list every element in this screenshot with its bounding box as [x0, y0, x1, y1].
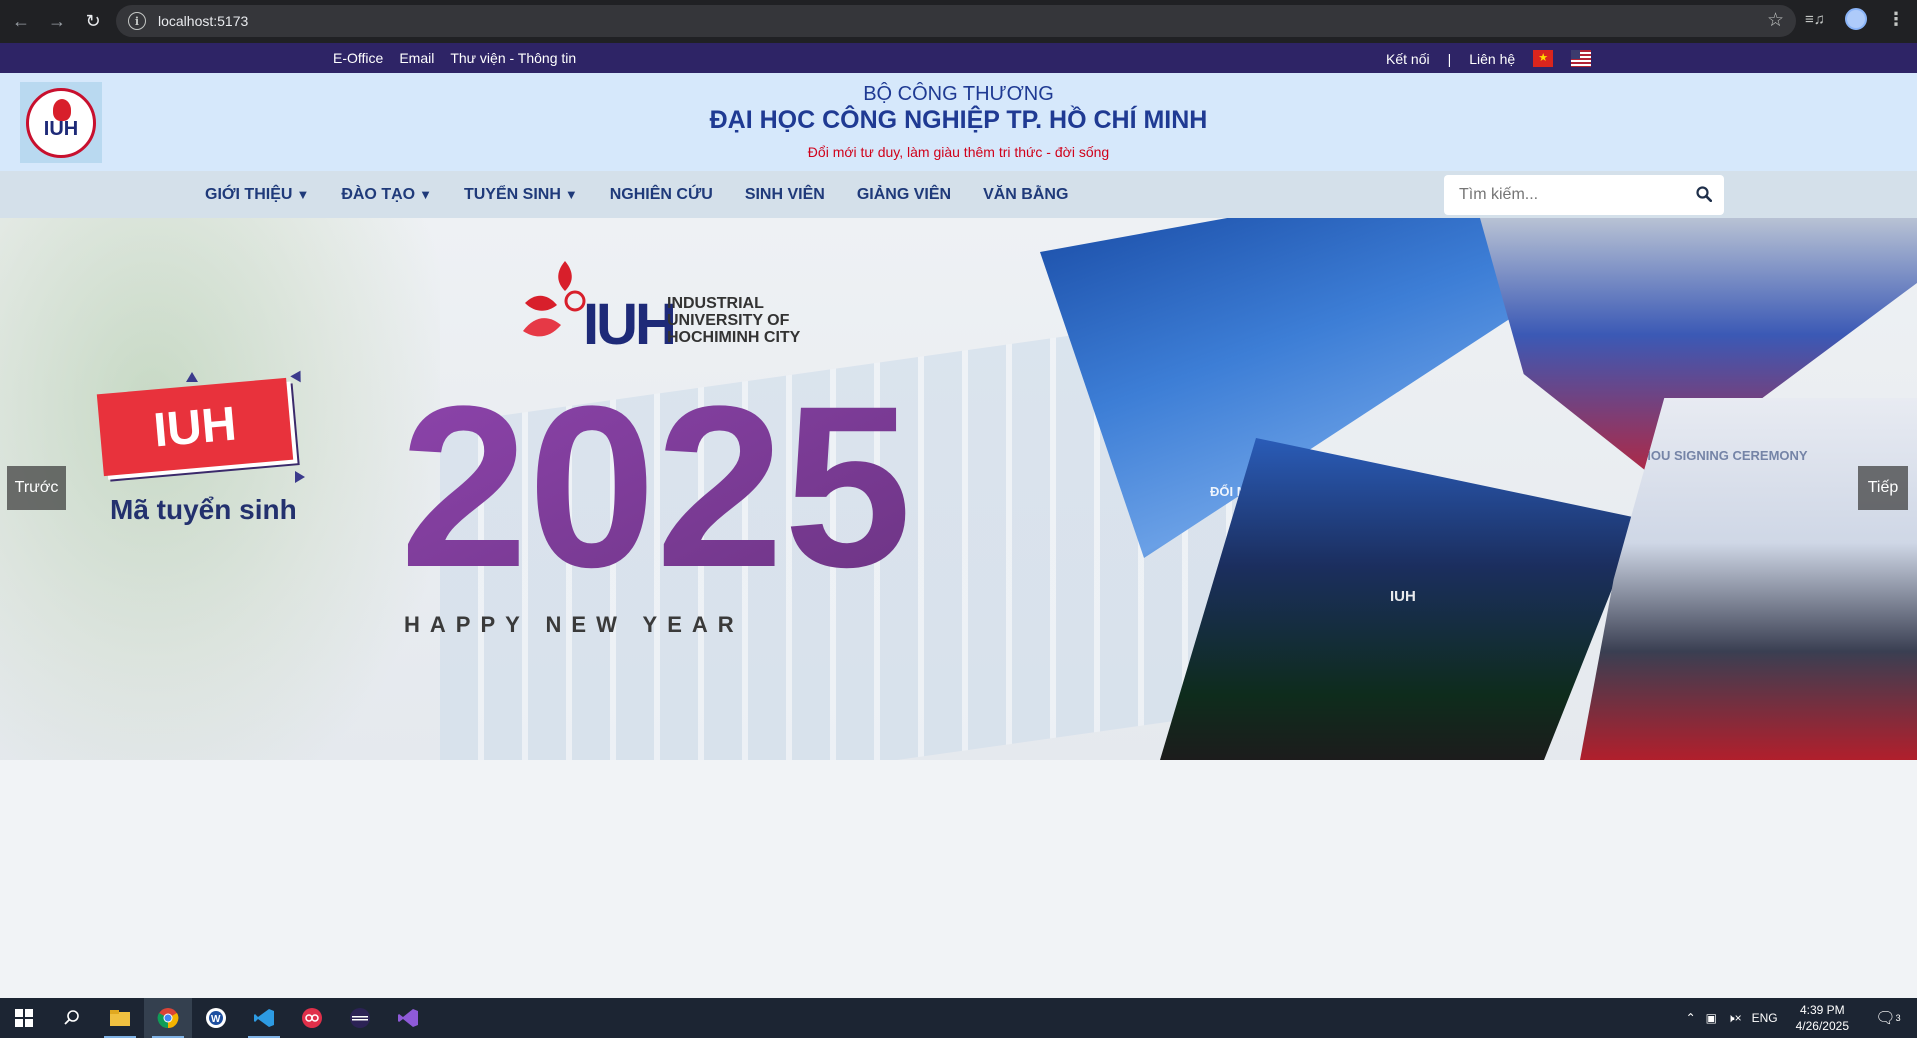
logo-line-1: INDUSTRIAL: [667, 295, 764, 312]
link-library[interactable]: Thư viện - Thông tin: [450, 50, 576, 66]
nav-item-dao-tao[interactable]: ĐÀO TẠO ▼: [341, 186, 432, 204]
nav-item-van-bang[interactable]: VĂN BẰNG: [983, 186, 1068, 204]
file-explorer-icon[interactable]: [96, 998, 144, 1038]
main-navigation: GIỚI THIỆU ▼ ĐÀO TẠO ▼ TUYỂN SINH ▼ NGHIÊN …: [0, 171, 1917, 218]
notification-center-icon[interactable]: 🗨 3: [1873, 1003, 1903, 1033]
ministry-title: BỘ CÔNG THƯƠNG: [863, 83, 1054, 105]
clock-time: 4:39 PM: [1799, 1003, 1845, 1017]
search-icon[interactable]: [1696, 186, 1712, 202]
chevron-up-icon[interactable]: ⌃: [1686, 1011, 1696, 1025]
site-info-icon[interactable]: i: [128, 12, 146, 30]
us-flag-icon[interactable]: [1571, 50, 1592, 67]
admission-badge: IUH: [96, 377, 294, 477]
nav-item-gioi-thieu[interactable]: GIỚI THIỆU ▼: [205, 186, 309, 204]
network-icon[interactable]: ▣: [1706, 1011, 1717, 1025]
browser-toolbar: ← → ↻ i localhost:5173 ☆ ≡♫ ⋮: [0, 0, 1917, 43]
kebab-menu-icon[interactable]: ⋮: [1887, 9, 1905, 30]
reload-icon[interactable]: ↻: [78, 7, 108, 37]
forward-icon[interactable]: →: [42, 7, 72, 37]
windows-taskbar: W ⌃ ▣ 🕨× ENG 4:39 PM 4/26/2025 🗨 3: [0, 998, 1917, 1038]
nav-item-giang-vien[interactable]: GIẢNG VIÊN: [857, 186, 951, 204]
happy-new-year-text: HAPPY NEW YEAR: [404, 612, 744, 637]
vietnam-flag-icon[interactable]: ★: [1533, 50, 1554, 67]
tree-background: [0, 218, 440, 760]
university-title: ĐẠI HỌC CÔNG NGHIỆP TP. HỒ CHÍ MINH: [709, 106, 1208, 134]
slider-next-button[interactable]: Tiếp: [1858, 466, 1908, 510]
url-text[interactable]: localhost:5173: [158, 13, 248, 29]
logo-line-2: UNIVERSITY OF: [667, 312, 790, 329]
decor-triangle-icon: [186, 372, 198, 382]
top-info-bar: E-Office Email Thư viện - Thông tin Kết …: [0, 43, 1917, 73]
search-taskbar-icon[interactable]: [48, 998, 96, 1038]
back-icon[interactable]: ←: [6, 7, 36, 37]
logo-line-3: HOCHIMINH CITY: [667, 329, 801, 346]
nav-item-nghien-cuu[interactable]: NGHIÊN CỨU: [610, 186, 713, 204]
iuh-letters: IUH: [583, 292, 677, 357]
clock[interactable]: 4:39 PM 4/26/2025: [1796, 1002, 1849, 1034]
caret-down-icon: ▼: [419, 187, 432, 202]
year-text: 2025: [400, 396, 912, 615]
iuh-banner-logo: IUH INDUSTRIAL UNIVERSITY OF HOCHIMINH C…: [515, 253, 855, 363]
profile-avatar[interactable]: [1845, 8, 1867, 30]
link-e-office[interactable]: E-Office: [333, 50, 383, 66]
start-button[interactable]: [0, 998, 48, 1038]
decor-triangle-icon: [295, 471, 305, 483]
nav-item-sinh-vien[interactable]: SINH VIÊN: [745, 186, 825, 204]
language-indicator[interactable]: ENG: [1752, 1011, 1778, 1025]
dbeaver-icon[interactable]: [288, 998, 336, 1038]
app-w-icon[interactable]: W: [192, 998, 240, 1038]
link-connect[interactable]: Kết nối: [1386, 51, 1430, 67]
separator: |: [1447, 50, 1452, 67]
media-control-icon[interactable]: ≡♫: [1805, 11, 1825, 28]
system-tray: ⌃ ▣ 🕨× ENG 4:39 PM 4/26/2025 🗨 3: [1676, 998, 1917, 1038]
clock-date: 4/26/2025: [1795, 1019, 1849, 1033]
vscode-icon[interactable]: [240, 998, 288, 1038]
address-bar[interactable]: i localhost:5173 ☆: [116, 5, 1796, 37]
search-box[interactable]: [1444, 175, 1724, 215]
site-header: IUH BỘ CÔNG THƯƠNG ĐẠI HỌC CÔNG NGHIỆP T…: [0, 73, 1917, 171]
admission-caption: Mã tuyển sinh: [110, 494, 297, 525]
bookmark-star-icon[interactable]: ☆: [1767, 9, 1784, 32]
chrome-icon[interactable]: [144, 998, 192, 1038]
slider-prev-button[interactable]: Trước: [7, 466, 66, 510]
nav-item-tuyen-sinh[interactable]: TUYỂN SINH ▼: [464, 186, 578, 204]
eclipse-icon[interactable]: [336, 998, 384, 1038]
link-contact[interactable]: Liên hệ: [1469, 51, 1515, 67]
caret-down-icon: ▼: [564, 187, 578, 202]
windows-logo-icon: [15, 1009, 33, 1027]
search-input[interactable]: [1459, 186, 1679, 204]
visual-studio-icon[interactable]: [384, 998, 432, 1038]
volume-muted-icon[interactable]: 🕨×: [1727, 1011, 1742, 1026]
link-email[interactable]: Email: [399, 50, 434, 66]
caret-down-icon: ▼: [296, 187, 310, 202]
svg-text:W: W: [211, 1014, 221, 1025]
slogan: Đổi mới tư duy, làm giàu thêm tri thức -…: [807, 144, 1110, 160]
hero-banner: IUH Mã tuyển sinh IUH INDUSTRIAL UNIVERS…: [0, 218, 1917, 760]
